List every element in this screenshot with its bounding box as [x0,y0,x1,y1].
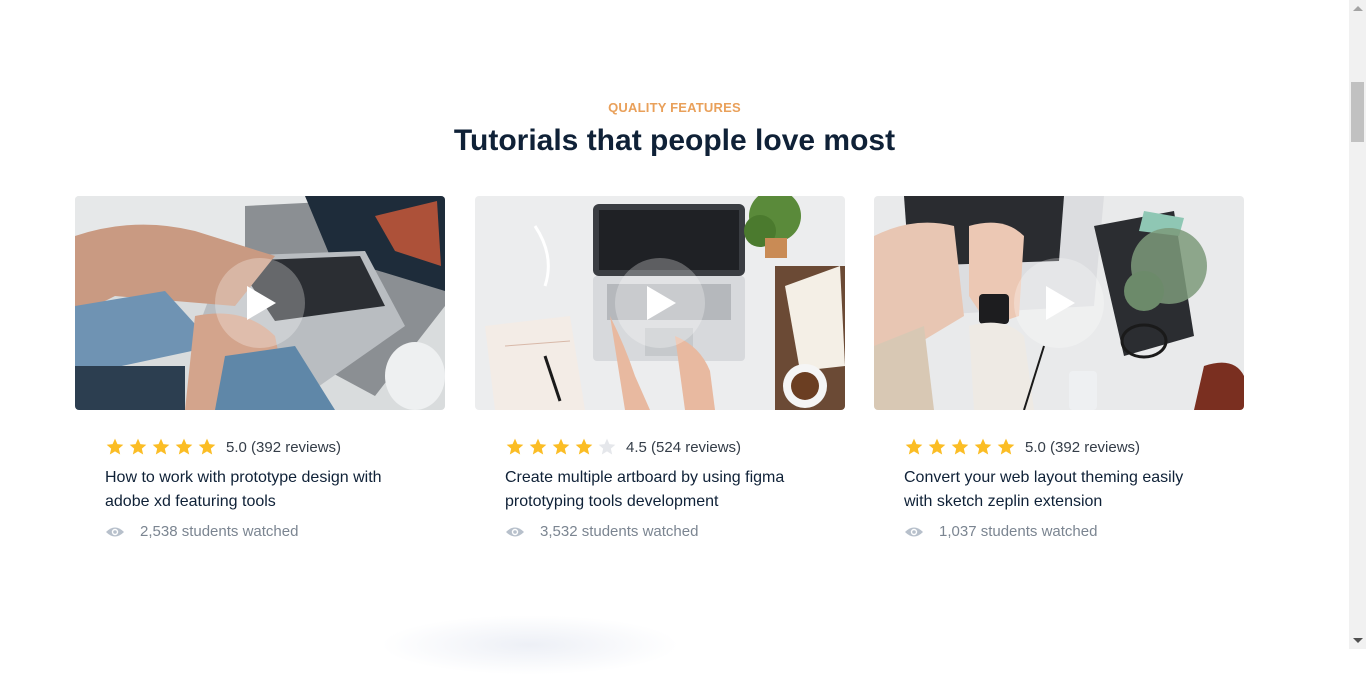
next-section-decoration [380,615,680,675]
tutorial-card[interactable]: 4.5 (524 reviews) Create multiple artboa… [475,196,845,540]
watch-count: 2,538 students watched [105,523,415,540]
rating-text: 4.5 (524 reviews) [626,438,742,456]
star-rating: 5.0 (392 reviews) [904,437,1214,457]
scroll-up-arrow-icon[interactable] [1353,6,1363,11]
star-icon [997,438,1015,455]
card-title[interactable]: How to work with prototype design with a… [105,466,415,514]
star-icon [552,438,570,455]
video-thumbnail[interactable] [874,196,1244,410]
page: QUALITY FEATURES Tutorials that people l… [0,0,1349,675]
watch-count: 1,037 students watched [904,523,1214,540]
star-icon [152,438,170,455]
video-thumbnail[interactable] [75,196,445,410]
play-icon [247,286,276,320]
tutorial-card[interactable]: 5.0 (392 reviews) How to work with proto… [75,196,445,540]
star-icon [506,438,524,455]
play-button[interactable] [1014,258,1104,348]
star-icon [106,438,124,455]
watch-count: 3,532 students watched [505,523,815,540]
star-icon [198,438,216,455]
section-title: Tutorials that people love most [453,124,896,157]
star-rating: 4.5 (524 reviews) [505,437,815,457]
scrollbar-thumb[interactable] [1351,82,1364,142]
video-thumbnail[interactable] [475,196,845,410]
eye-icon [506,527,524,536]
play-button[interactable] [615,258,705,348]
scrollbar[interactable] [1349,0,1366,649]
rating-text: 5.0 (392 reviews) [1025,438,1141,456]
scroll-down-arrow-icon[interactable] [1353,638,1363,643]
play-icon [647,286,676,320]
rating-text: 5.0 (392 reviews) [226,438,342,456]
card-title[interactable]: Create multiple artboard by using figma … [505,466,815,514]
play-button[interactable] [215,258,305,348]
watched-text: 3,532 students watched [540,523,699,540]
star-icon [928,438,946,455]
card-title[interactable]: Convert your web layout theming easily w… [904,466,1214,514]
star-empty-icon [598,438,616,455]
star-rating: 5.0 (392 reviews) [105,437,415,457]
star-icon [951,438,969,455]
star-icon [175,438,193,455]
section-eyebrow: QUALITY FEATURES [608,100,741,115]
watched-text: 1,037 students watched [939,523,1098,540]
star-icon [974,438,992,455]
tutorial-card[interactable]: 5.0 (392 reviews) Convert your web layou… [874,196,1244,540]
eye-icon [106,527,124,536]
star-icon [575,438,593,455]
play-icon [1046,286,1075,320]
watched-text: 2,538 students watched [140,523,299,540]
star-icon [529,438,547,455]
star-icon [905,438,923,455]
eye-icon [905,527,923,536]
star-icon [129,438,147,455]
